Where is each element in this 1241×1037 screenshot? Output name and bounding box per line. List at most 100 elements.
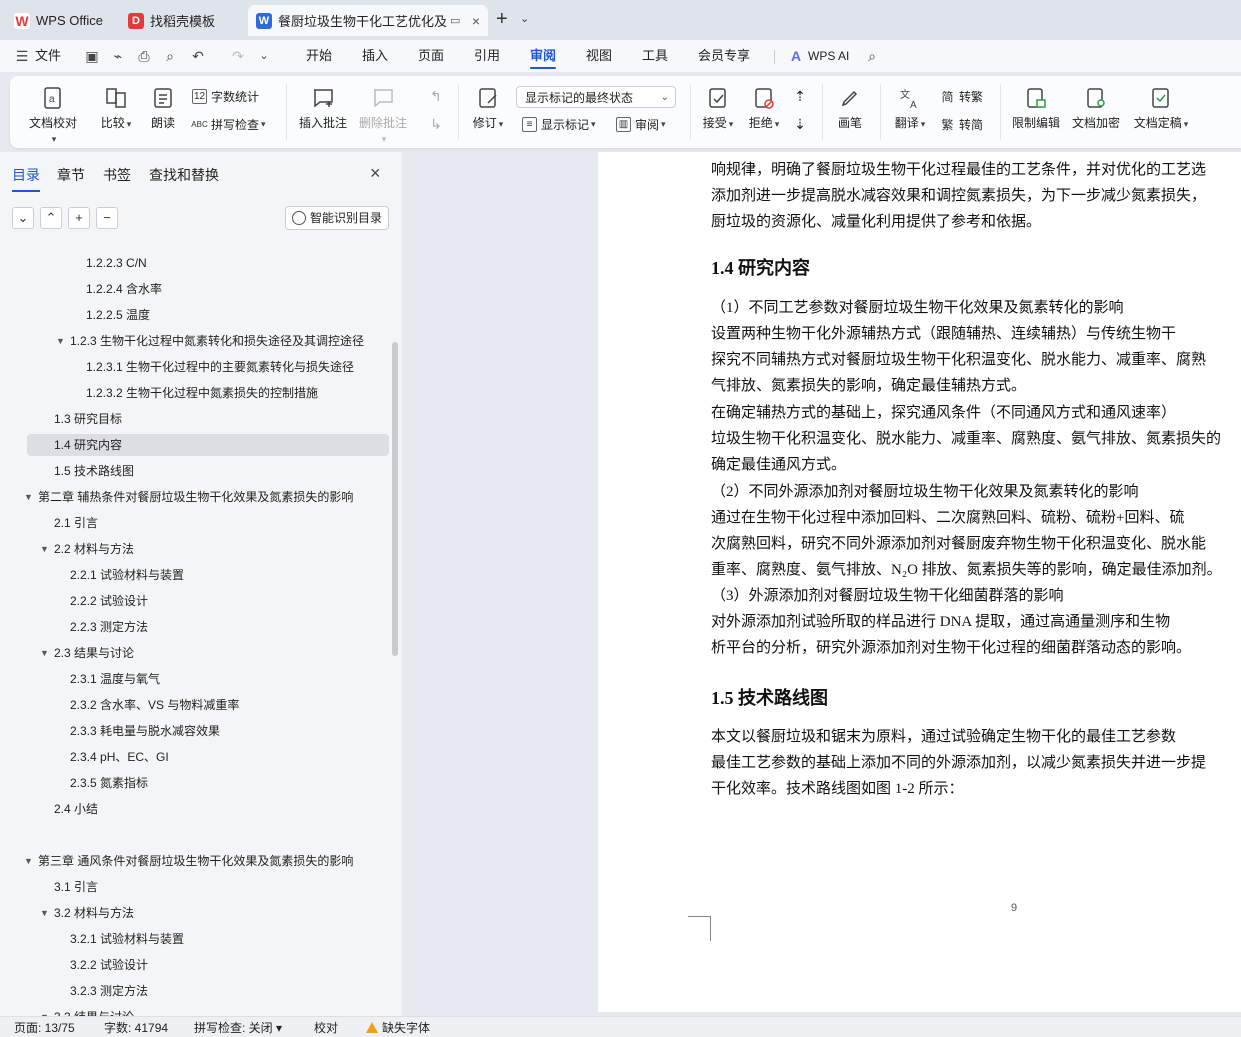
- spell-check-indicator[interactable]: 拼写检查: 关闭 ▾: [194, 1019, 282, 1036]
- toc-scrollbar[interactable]: [392, 342, 398, 656]
- toc-item[interactable]: 2.2.3 测定方法: [70, 616, 148, 638]
- share-icon[interactable]: ⌁: [110, 48, 126, 64]
- markup-state-select[interactable]: 显示标记的最终状态 ⌄: [516, 86, 676, 108]
- collapse-down-icon[interactable]: ⌄: [12, 207, 34, 229]
- prev-comment-icon[interactable]: ↰: [424, 88, 448, 105]
- compare-button[interactable]: 比较 ▾: [96, 86, 136, 131]
- toc-item[interactable]: 2.1 引言: [54, 512, 98, 534]
- expand-triangle-icon[interactable]: ▼: [24, 492, 33, 502]
- toc-item[interactable]: 2.2.2 试验设计: [70, 590, 148, 612]
- toc-item[interactable]: 2.3.2 含水率、VS 与物料减重率: [70, 694, 239, 716]
- search-icon[interactable]: ⌕: [864, 48, 880, 64]
- toc-item[interactable]: 1.5 技术路线图: [54, 460, 134, 482]
- proof-indicator[interactable]: 校对: [314, 1019, 338, 1036]
- save-icon[interactable]: ▣: [84, 48, 100, 64]
- revise-button[interactable]: 修订 ▾: [468, 86, 508, 131]
- tab-document[interactable]: W 餐厨垃圾生物干化工艺优化及 ▭ ×: [248, 5, 488, 36]
- toc-item[interactable]: 3.1 引言: [54, 876, 98, 898]
- toc-item[interactable]: 2.2.1 试验材料与装置: [70, 564, 184, 586]
- spell-check-button[interactable]: ABC 拼写检查 ▾: [191, 116, 265, 133]
- expand-triangle-icon[interactable]: ▼: [40, 908, 49, 918]
- toc-item[interactable]: 3.3 结果与讨论: [54, 1006, 134, 1016]
- chevron-down-icon[interactable]: ⌄: [520, 12, 529, 25]
- accept-button[interactable]: 接受 ▾: [698, 86, 738, 131]
- doc-check-button[interactable]: a 文档校对▾: [28, 86, 78, 145]
- menu-page[interactable]: 页面: [418, 40, 444, 72]
- expand-triangle-icon[interactable]: ▼: [40, 544, 49, 554]
- toc-item[interactable]: 2.3.5 氮素指标: [70, 772, 148, 794]
- new-tab-icon[interactable]: +: [496, 8, 508, 31]
- reject-button[interactable]: 拒绝 ▾: [744, 86, 784, 131]
- print-icon[interactable]: ⎙: [136, 48, 152, 64]
- next-comment-icon[interactable]: ↳: [424, 116, 448, 133]
- toc-item[interactable]: 3.2.2 试验设计: [70, 954, 148, 976]
- collapse-up-icon[interactable]: ⌃: [40, 207, 62, 229]
- toc-item[interactable]: 1.2.3 生物干化过程中氮素转化和损失途径及其调控途径: [70, 330, 364, 352]
- undo-icon[interactable]: ↶: [190, 48, 206, 64]
- menu-view[interactable]: 视图: [586, 40, 612, 72]
- toc-item[interactable]: 第三章 通风条件对餐厨垃圾生物干化效果及氮素损失的影响: [38, 850, 353, 872]
- menu-insert[interactable]: 插入: [362, 40, 388, 72]
- toc-item[interactable]: 1.3 研究目标: [54, 408, 122, 430]
- restrict-edit-button[interactable]: 限制编辑: [1010, 86, 1062, 131]
- page-indicator[interactable]: 页面: 13/75: [14, 1019, 75, 1036]
- hamburger-icon[interactable]: ☰: [14, 48, 30, 64]
- toc-item[interactable]: 1.2.2.4 含水率: [86, 278, 162, 300]
- more-chevron-icon[interactable]: ⌄: [256, 48, 272, 64]
- insert-comment-button[interactable]: 插入批注: [298, 86, 348, 131]
- delete-comment-button[interactable]: 删除批注▾: [358, 86, 408, 145]
- toc-item[interactable]: 1.2.2.5 温度: [86, 304, 150, 326]
- menu-references[interactable]: 引用: [474, 40, 500, 72]
- toc-item[interactable]: 1.4 研究内容: [27, 434, 389, 456]
- toc-item[interactable]: 3.2.1 试验材料与装置: [70, 928, 184, 950]
- add-heading-icon[interactable]: +: [68, 207, 90, 229]
- finalize-button[interactable]: 文档定稿 ▾: [1130, 86, 1192, 131]
- remove-heading-icon[interactable]: −: [96, 207, 118, 229]
- menu-home[interactable]: 开始: [306, 40, 332, 72]
- show-markup-button[interactable]: ≡ 显示标记 ▾: [522, 116, 596, 133]
- tab-wps-office[interactable]: W WPS Office: [6, 5, 114, 36]
- menu-wps-ai[interactable]: WPS AI: [808, 40, 849, 72]
- toc-item[interactable]: 2.3.1 温度与氧气: [70, 668, 160, 690]
- missing-font-indicator[interactable]: 缺失字体: [366, 1019, 430, 1036]
- word-count-indicator[interactable]: 字数: 41794: [104, 1019, 168, 1036]
- expand-triangle-icon[interactable]: ▼: [40, 648, 49, 658]
- toc-item[interactable]: 3.2.3 测定方法: [70, 980, 148, 1002]
- close-pane-icon[interactable]: ×: [370, 163, 381, 184]
- toc-item[interactable]: 1.2.3.1 生物干化过程中的主要氮素转化与损失途径: [86, 356, 354, 378]
- redo-icon[interactable]: ↷: [230, 48, 246, 64]
- toc-item[interactable]: 第二章 辅热条件对餐厨垃圾生物干化效果及氮素损失的影响: [38, 486, 353, 508]
- toc-item[interactable]: 1.2.3.2 生物干化过程中氮素损失的控制措施: [86, 382, 318, 404]
- encrypt-button[interactable]: 文档加密: [1070, 86, 1122, 131]
- menu-review[interactable]: 审阅: [530, 40, 557, 72]
- expand-triangle-icon[interactable]: ▼: [24, 856, 33, 866]
- close-tab-icon[interactable]: ×: [466, 13, 480, 29]
- tab-find-replace[interactable]: 查找和替换: [149, 165, 219, 185]
- toc-item[interactable]: 2.3.4 pH、EC、GI: [70, 746, 169, 768]
- menu-member[interactable]: 会员专享: [698, 40, 750, 72]
- review-pane-button[interactable]: ▥ 审阅 ▾: [616, 116, 666, 133]
- to-traditional-button[interactable]: 简 转繁: [940, 88, 983, 105]
- toc-item[interactable]: 1.2.2.3 C/N: [86, 252, 147, 274]
- tab-bookmarks[interactable]: 书签: [103, 165, 131, 185]
- word-count-button[interactable]: 12 字数统计: [192, 88, 259, 105]
- monitor-icon[interactable]: ▭: [450, 14, 460, 27]
- smart-toc-button[interactable]: 智能识别目录: [285, 206, 389, 230]
- print-preview-icon[interactable]: ⌕: [162, 48, 178, 64]
- pen-button[interactable]: 画笔: [832, 86, 868, 131]
- toc-item[interactable]: 2.2 材料与方法: [54, 538, 134, 560]
- tab-docer-template[interactable]: D 找稻壳模板: [120, 5, 242, 36]
- toc-item[interactable]: 2.3.3 耗电量与脱水减容效果: [70, 720, 220, 742]
- translate-button[interactable]: 文A 翻译 ▾: [890, 86, 930, 131]
- menu-tools[interactable]: 工具: [642, 40, 668, 72]
- expand-triangle-icon[interactable]: ▼: [56, 336, 65, 346]
- document-page[interactable]: 9 响规律，明确了餐厨垃圾生物干化过程最佳的工艺条件，并对优化的工艺选 添加剂进一…: [598, 152, 1241, 1012]
- read-aloud-button[interactable]: 朗读: [148, 86, 178, 131]
- toc-item[interactable]: 3.2 材料与方法: [54, 902, 134, 924]
- to-simplified-button[interactable]: 繁 转简: [940, 116, 983, 133]
- menu-file[interactable]: 文件: [35, 40, 61, 72]
- toc-item[interactable]: 2.3 结果与讨论: [54, 642, 134, 664]
- toc-item[interactable]: 2.4 小结: [54, 798, 98, 820]
- next-change-icon[interactable]: ⇣: [788, 116, 812, 133]
- prev-change-icon[interactable]: ⇡: [788, 88, 812, 105]
